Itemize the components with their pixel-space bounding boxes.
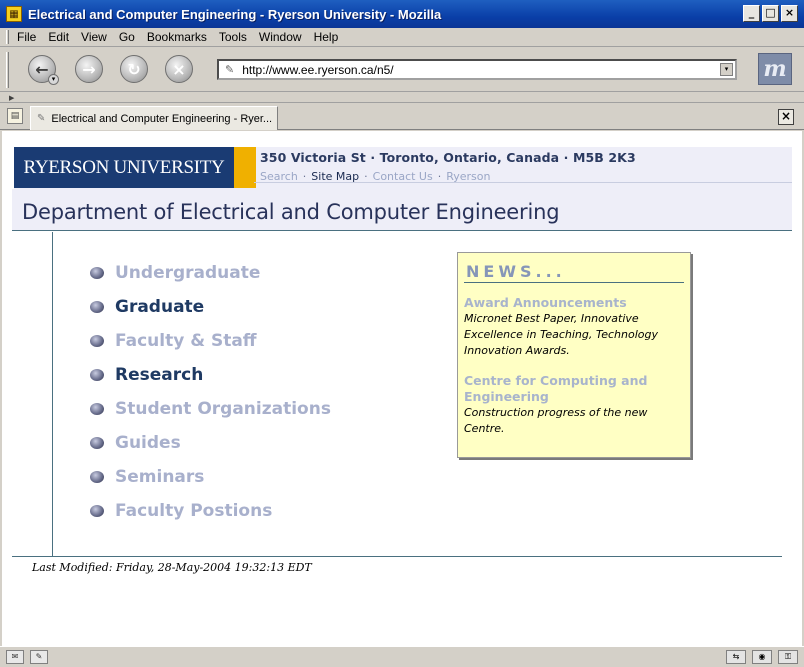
nav-link-search[interactable]: Search: [260, 170, 298, 183]
menu-link-label: Undergraduate: [115, 263, 261, 283]
news-body: Micronet Best Paper, Innovative Excellen…: [464, 312, 658, 357]
nav-link-ryerson[interactable]: Ryerson: [446, 170, 490, 183]
menu-file[interactable]: File: [17, 30, 36, 44]
site-banner: RYERSON UNIVERSITY 350 Victoria St · Tor…: [14, 147, 792, 189]
nav-separator: ·: [437, 170, 442, 183]
menu-link-label: Seminars: [115, 467, 205, 487]
menu-link-label: Guides: [115, 433, 181, 453]
stop-button[interactable]: ×: [165, 55, 193, 83]
back-arrow-icon: ←: [35, 59, 49, 79]
menu-link-student-organizations[interactable]: Student Organizations: [90, 399, 331, 419]
minimize-icon[interactable]: _: [743, 5, 760, 22]
expand-toolbar-icon[interactable]: ▶: [9, 94, 14, 102]
nav-separator: ·: [364, 170, 368, 183]
nav-link-contact-us[interactable]: Contact Us: [373, 170, 433, 183]
window-controls: _ □ ×: [743, 5, 798, 22]
news-box: NEWS... Award Announcements Micronet Bes…: [457, 252, 691, 458]
url-input[interactable]: [242, 62, 713, 77]
footer-divider: [12, 556, 782, 557]
close-icon[interactable]: ×: [781, 5, 798, 22]
window-titlebar: ▦ Electrical and Computer Engineering - …: [0, 0, 804, 28]
menu-link-guides[interactable]: Guides: [90, 433, 181, 453]
window-title: Electrical and Computer Engineering - Ry…: [28, 6, 442, 22]
stop-icon: ×: [172, 59, 186, 79]
menu-link-seminars[interactable]: Seminars: [90, 467, 204, 487]
bullet-icon: [90, 267, 104, 279]
news-item: Award Announcements Micronet Best Paper,…: [464, 295, 684, 359]
mozilla-m-logo-icon[interactable]: m: [758, 53, 792, 85]
reload-icon: ↻: [127, 59, 141, 79]
department-header: Department of Electrical and Computer En…: [12, 189, 792, 231]
menu-link-graduate[interactable]: Graduate: [90, 297, 204, 317]
menu-link-label: Faculty & Staff: [115, 331, 257, 351]
vertical-divider: [52, 232, 53, 557]
address-text: 350 Victoria St · Toronto, Ontario, Cana…: [260, 150, 636, 165]
nav-link-site-map[interactable]: Site Map: [311, 170, 359, 183]
menu-link-research[interactable]: Research: [90, 365, 203, 385]
bullet-icon: [90, 301, 104, 313]
composer-icon[interactable]: ✎: [30, 650, 48, 664]
news-divider: [464, 282, 684, 283]
news-item: Centre for Computing and Engineering Con…: [464, 373, 684, 437]
top-nav: Search · Site Map · Contact Us · Ryerson: [260, 170, 491, 183]
bullet-icon: [90, 335, 104, 347]
back-button[interactable]: ← ▾: [28, 55, 59, 85]
menu-link-label: Student Organizations: [115, 399, 331, 419]
privacy-icon[interactable]: ◉: [752, 650, 772, 664]
bullet-icon: [90, 471, 104, 483]
mozilla-app-icon[interactable]: ▦: [6, 6, 22, 22]
menu-link-label: Graduate: [115, 297, 205, 317]
news-body: Construction progress of the new Centre.: [464, 406, 648, 435]
logo-accent-bar: [234, 147, 256, 188]
security-lock-icon[interactable]: ⚿: [778, 650, 798, 664]
menu-edit[interactable]: Edit: [48, 30, 69, 44]
online-status-icon[interactable]: ⇆: [726, 650, 746, 664]
tab-label: Electrical and Computer Engineering - Ry…: [51, 112, 273, 125]
forward-arrow-icon: →: [82, 59, 96, 79]
menu-tools[interactable]: Tools: [219, 30, 247, 44]
maximize-icon[interactable]: □: [762, 5, 779, 22]
page-content: RYERSON UNIVERSITY 350 Victoria St · Tor…: [2, 131, 802, 646]
ryerson-logo[interactable]: RYERSON UNIVERSITY: [14, 147, 234, 188]
menu-window[interactable]: Window: [259, 30, 302, 44]
toolbar-grip[interactable]: [6, 52, 9, 88]
menu-link-label: Research: [115, 365, 204, 385]
menu-link-faculty-staff[interactable]: Faculty & Staff: [90, 331, 257, 351]
menu-link-faculty-postions[interactable]: Faculty Postions: [90, 501, 272, 521]
back-dropdown-icon[interactable]: ▾: [48, 74, 59, 85]
reload-button[interactable]: ↻: [120, 55, 148, 83]
bullet-icon: [90, 403, 104, 415]
mail-icon[interactable]: ✉: [6, 650, 24, 664]
new-tab-icon[interactable]: ▤: [7, 108, 23, 124]
url-dropdown-icon[interactable]: ▾: [720, 63, 733, 76]
menu-link-undergraduate[interactable]: Undergraduate: [90, 263, 260, 283]
page-icon: ✎: [225, 63, 235, 76]
menu-bookmarks[interactable]: Bookmarks: [147, 30, 207, 44]
news-heading-award-announcements[interactable]: Award Announcements: [464, 295, 684, 311]
bullet-icon: [90, 505, 104, 517]
forward-button[interactable]: →: [75, 55, 103, 83]
url-bar[interactable]: ✎ ▾: [217, 59, 737, 80]
toolbar-grip[interactable]: [6, 30, 9, 44]
menu-link-label: Faculty Postions: [115, 501, 273, 521]
menubar: File Edit View Go Bookmarks Tools Window…: [0, 28, 804, 47]
news-title: NEWS...: [466, 262, 566, 281]
tab-bar: ▤ ✎ Electrical and Computer Engineering …: [0, 104, 804, 130]
tab-active[interactable]: ✎ Electrical and Computer Engineering - …: [30, 106, 278, 130]
bullet-icon: [90, 369, 104, 381]
menu-go[interactable]: Go: [119, 30, 135, 44]
last-modified: Last Modified: Friday, 28-May-2004 19:32…: [32, 561, 312, 574]
personal-toolbar-collapsed: ▶: [0, 93, 804, 103]
status-indicators: ⇆ ◉ ⚿: [726, 650, 798, 664]
status-bar: ✉ ✎ ⇆ ◉ ⚿: [0, 646, 804, 667]
page-icon: ✎: [37, 113, 46, 124]
nav-separator: ·: [302, 170, 307, 183]
news-heading-centre-computing[interactable]: Centre for Computing and Engineering: [464, 373, 684, 405]
menu-view[interactable]: View: [81, 30, 107, 44]
menu-help[interactable]: Help: [314, 30, 339, 44]
navigation-toolbar: ← ▾ → ↻ × ✎ ▾ m: [0, 48, 804, 92]
bullet-icon: [90, 437, 104, 449]
page-title: Department of Electrical and Computer En…: [22, 200, 560, 224]
close-tab-icon[interactable]: ×: [778, 109, 794, 125]
